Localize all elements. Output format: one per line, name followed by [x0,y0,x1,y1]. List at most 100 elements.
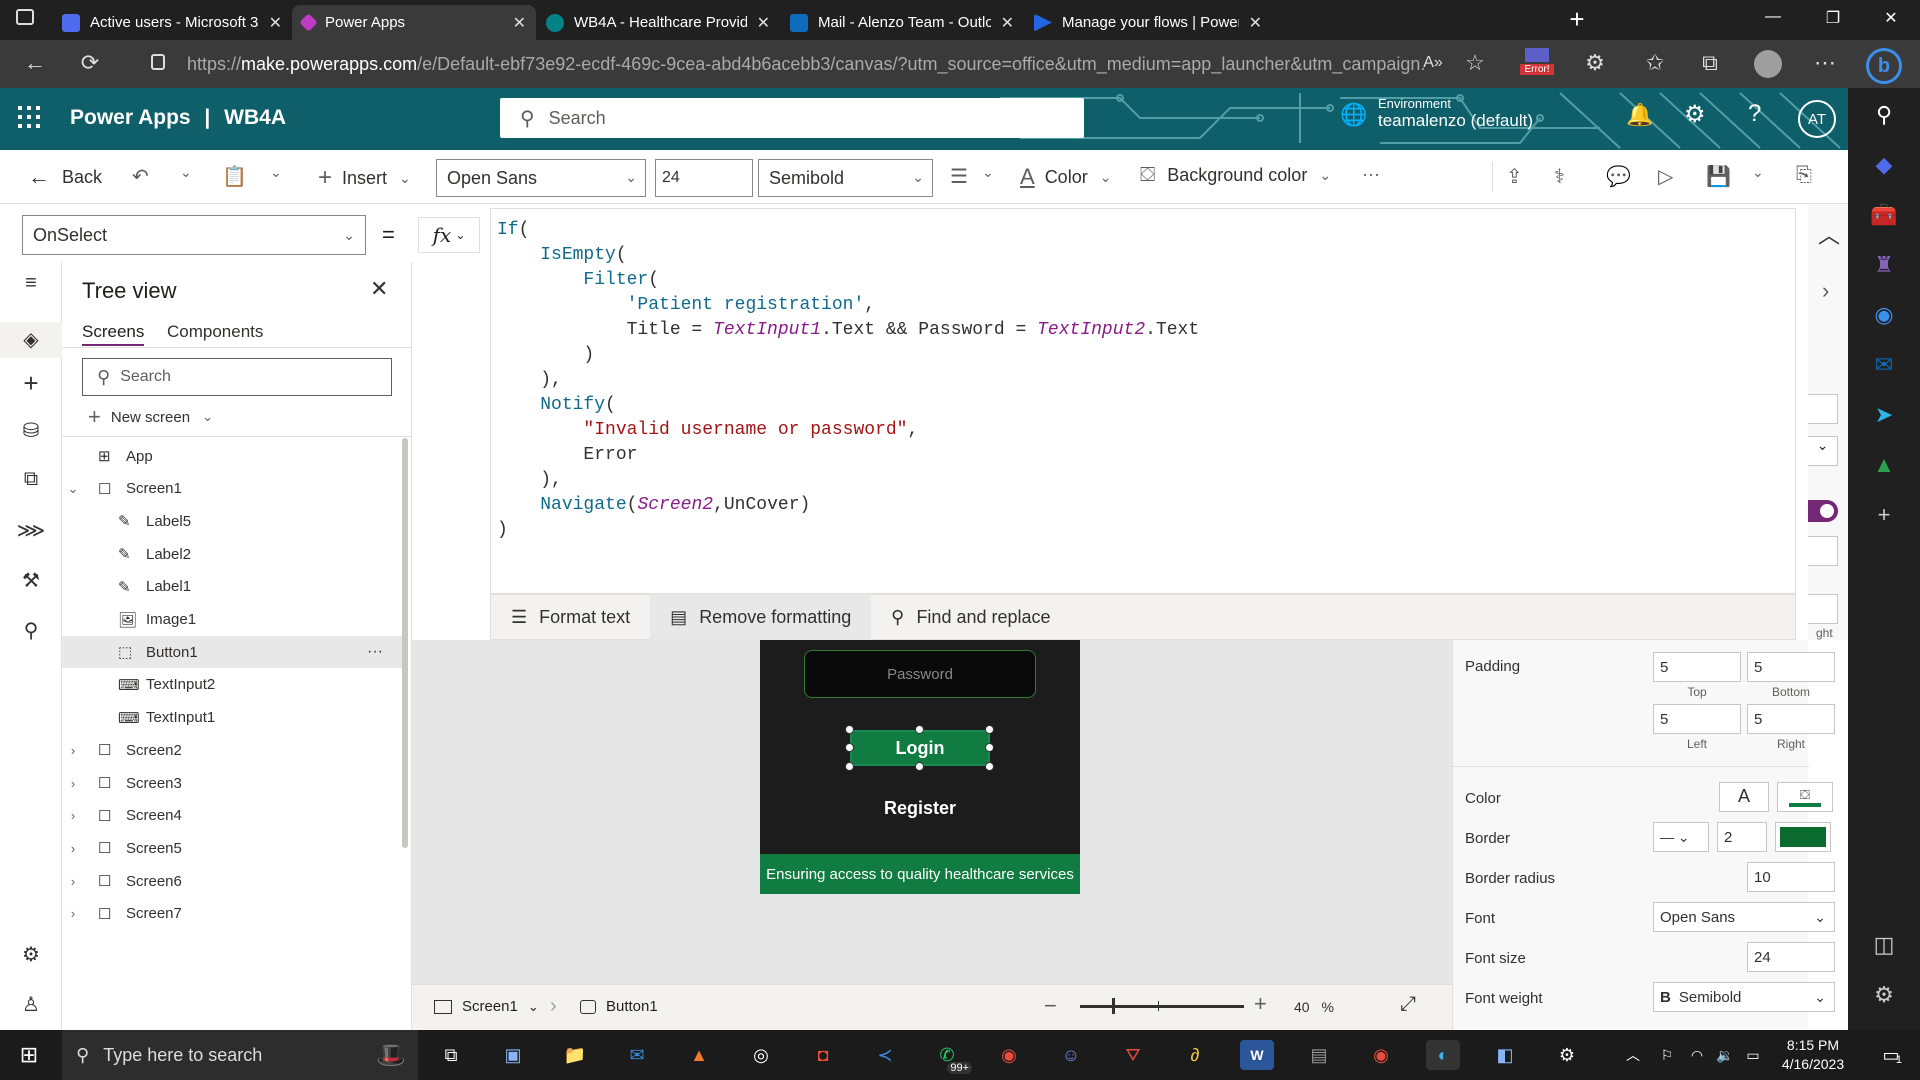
app-icon[interactable]: ▣ [496,1040,530,1070]
border-width-input[interactable]: 2 [1717,822,1767,852]
clock[interactable]: 8:15 PM 4/16/2023 [1768,1036,1858,1074]
border-radius-input[interactable]: 10 [1747,862,1835,892]
tab-actions-icon[interactable] [16,9,34,25]
matlab-icon[interactable]: ▲ [682,1040,716,1070]
format-text-button[interactable]: ☰ Format text [491,594,650,640]
find-replace-button[interactable]: ⚲ Find and replace [871,594,1070,640]
tree-item[interactable]: ⬚ Button1 ··· [62,636,407,669]
text-color-picker[interactable]: A [1719,782,1769,812]
user-avatar[interactable]: AT [1798,100,1836,138]
vscode-icon[interactable]: ≺ [868,1040,902,1070]
data-cylinder-icon[interactable]: ⛁ [0,418,62,443]
outlook-icon[interactable]: ✉ [1848,352,1920,378]
chrome-profile-icon[interactable]: ◉ [1364,1040,1398,1070]
tree-item[interactable]: › ☐ Screen4 [62,800,407,832]
read-aloud-icon[interactable]: A» [1418,54,1448,72]
tree-item[interactable]: › ☐ Screen3 [62,767,407,799]
favorite-star-icon[interactable]: ☆ [1460,50,1490,76]
zoom-out-button[interactable]: − [1044,993,1057,1019]
padding-bottom-input[interactable]: 5 [1747,652,1835,682]
battery-icon[interactable]: ▭ [1736,1040,1770,1070]
app-checker-icon[interactable]: ⚕ [1554,164,1565,189]
header-search-input[interactable]: ⚲ Search [500,98,1084,138]
close-icon[interactable]: ✕ [1001,13,1014,33]
extensions-icon[interactable]: ⚙ [1580,50,1610,76]
chrome-icon[interactable]: ◉ [992,1040,1026,1070]
tree-item[interactable]: ⌨ TextInput2 [62,669,407,701]
share-icon[interactable]: ⇪ [1506,164,1523,189]
tree-item[interactable]: 🖼 Image1 [62,604,407,636]
tab-active-users[interactable]: Active users - Microsoft 365 adm ✕ [52,5,292,40]
settings-gear-icon[interactable]: ⚙ [1848,982,1920,1008]
microsoft365-icon[interactable]: ◉ [1848,302,1920,328]
color-button[interactable]: A Color ⌄ [1020,164,1111,190]
resize-handle[interactable] [985,725,994,734]
resize-handle[interactable] [845,743,854,752]
games-icon[interactable]: ♜ [1848,252,1920,278]
comments-icon[interactable]: 💬 [1606,164,1631,189]
padding-left-input[interactable]: 5 [1653,704,1741,734]
environment-picker[interactable]: Environment teamalenzo (default) [1378,96,1533,131]
tab-power-automate[interactable]: Manage your flows | Power Auto ✕ [1024,5,1272,40]
paste-icon[interactable]: 📋 [222,164,247,189]
close-icon[interactable]: ✕ [1249,13,1262,33]
advanced-tools-icon[interactable]: ⚒ [0,568,62,593]
background-color-button[interactable]: ⛋ Background color ⌄ [1140,164,1331,187]
obs-icon[interactable]: ◎ [744,1040,778,1070]
app-icon[interactable]: ▤ [1302,1040,1336,1070]
insert-plus-icon[interactable]: + [0,368,62,399]
chevron-right-icon[interactable]: › [62,743,84,758]
back-button[interactable]: ← Back [28,164,102,190]
favorites-icon[interactable]: ✩ [1640,50,1670,76]
whatsapp-icon[interactable]: ✆ 99+ [930,1040,972,1074]
close-icon[interactable]: ✕ [513,13,526,33]
more-commands-button[interactable]: ··· [1362,164,1380,185]
publish-icon[interactable]: ⎘ [1796,164,1812,187]
new-tab-button[interactable]: + [1562,4,1592,35]
border-color-picker[interactable] [1775,822,1831,852]
login-button[interactable]: Login [850,730,990,766]
tree-item[interactable]: ⊞ App [62,440,407,472]
expand-chevron-right-icon[interactable]: › [1822,278,1829,304]
zoom-slider[interactable] [1080,998,1244,1014]
tree-item[interactable]: › ☐ Screen2 [62,734,407,766]
tree-item[interactable]: › ☐ Screen7 [62,898,407,930]
app-icon[interactable]: ◘ [806,1040,840,1070]
tree-item[interactable]: ✎ Label5 [62,505,407,537]
border-style-select[interactable]: — ⌄ [1653,822,1709,852]
text-align-icon[interactable]: ☰ [950,164,968,189]
maximize-button[interactable]: ❐ [1818,8,1848,28]
notifications-bell-icon[interactable]: 🔔 [1626,102,1653,128]
font-weight-select[interactable]: B Semibold ⌄ [1653,982,1835,1012]
resize-handle[interactable] [985,743,994,752]
zoom-number[interactable]: 40 [1294,999,1310,1015]
paste-dropdown-icon[interactable]: ⌄ [270,164,282,181]
partial-dropdown[interactable]: ⌄ [1808,436,1838,466]
resize-handle[interactable] [845,725,854,734]
save-dropdown-icon[interactable]: ⌄ [1752,164,1764,181]
tab-wb4a-sharepoint[interactable]: WB4A - Healthcare Providers - A ✕ [536,5,780,40]
task-view-icon[interactable]: ⧉ [434,1040,468,1070]
send-icon[interactable]: ➤ [1848,402,1920,428]
fill-color-picker[interactable]: ⛋ [1777,782,1833,812]
mail-icon[interactable]: ✉ [620,1040,654,1070]
tab-screens[interactable]: Screens [82,322,145,346]
zoom-in-button[interactable]: + [1254,991,1267,1017]
tree-item[interactable]: › ☐ Screen5 [62,832,407,864]
fit-to-window-icon[interactable]: ⤢ [1400,993,1416,1016]
chevron-right-icon[interactable]: › [62,776,84,791]
resize-handle[interactable] [915,762,924,771]
profile-avatar[interactable] [1754,50,1782,78]
close-icon[interactable]: ✕ [269,13,282,33]
tree-item[interactable]: › ☐ Screen6 [62,865,407,897]
product-name[interactable]: Power Apps [70,106,191,129]
tree-item[interactable]: ⌄ ☐ Screen1 [62,473,407,505]
font-size-input[interactable]: 24 [655,159,753,197]
font-weight-select[interactable]: Semibold ⌄ [758,159,933,197]
padding-top-input[interactable]: 5 [1653,652,1741,682]
resize-handle[interactable] [915,725,924,734]
tab-outlook-mail[interactable]: Mail - Alenzo Team - Outlook ✕ [780,5,1024,40]
close-icon[interactable]: ✕ [757,13,770,33]
tree-icon[interactable]: ▲ [1848,452,1920,478]
screen-breadcrumb[interactable]: Screen1 ⌄ [434,998,539,1015]
